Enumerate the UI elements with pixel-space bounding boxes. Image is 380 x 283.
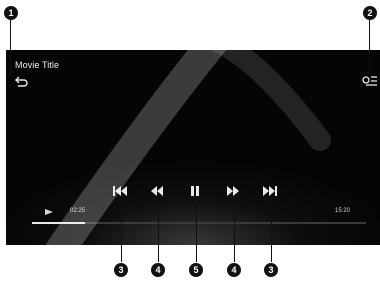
- skip-next-icon[interactable]: [262, 185, 278, 197]
- callout-3a: 3: [114, 263, 128, 277]
- callout-line-2: [369, 20, 370, 74]
- progress-fill: [32, 222, 86, 224]
- rewind-icon[interactable]: [149, 185, 165, 197]
- callout-4b: 4: [227, 263, 241, 277]
- callout-line-3b: [271, 198, 272, 262]
- callout-line-1: [10, 20, 11, 74]
- total-time: 15:20: [335, 208, 351, 214]
- skip-previous-icon[interactable]: [112, 185, 128, 197]
- callout-5: 5: [189, 263, 203, 277]
- bottom-glow: [6, 165, 380, 245]
- progress-bar[interactable]: [32, 222, 366, 224]
- settings-icon[interactable]: [362, 74, 378, 88]
- callout-line-4a: [158, 198, 159, 262]
- movie-title: Movie Title: [15, 60, 60, 70]
- callout-3b: 3: [264, 263, 278, 277]
- callout-line-4b: [234, 198, 235, 262]
- callout-line-3a: [121, 198, 122, 262]
- player-screen: Movie Title 02:25 15:20: [6, 50, 380, 245]
- back-icon[interactable]: [15, 74, 29, 88]
- callout-line-5: [196, 198, 197, 262]
- callout-1: 1: [4, 6, 18, 20]
- play-icon: [45, 209, 53, 215]
- elapsed-time: 02:25: [70, 208, 86, 214]
- fast-forward-icon[interactable]: [225, 185, 241, 197]
- pause-icon[interactable]: [187, 185, 203, 197]
- callout-4a: 4: [151, 263, 165, 277]
- playback-controls: [6, 185, 380, 199]
- callout-2: 2: [363, 6, 377, 20]
